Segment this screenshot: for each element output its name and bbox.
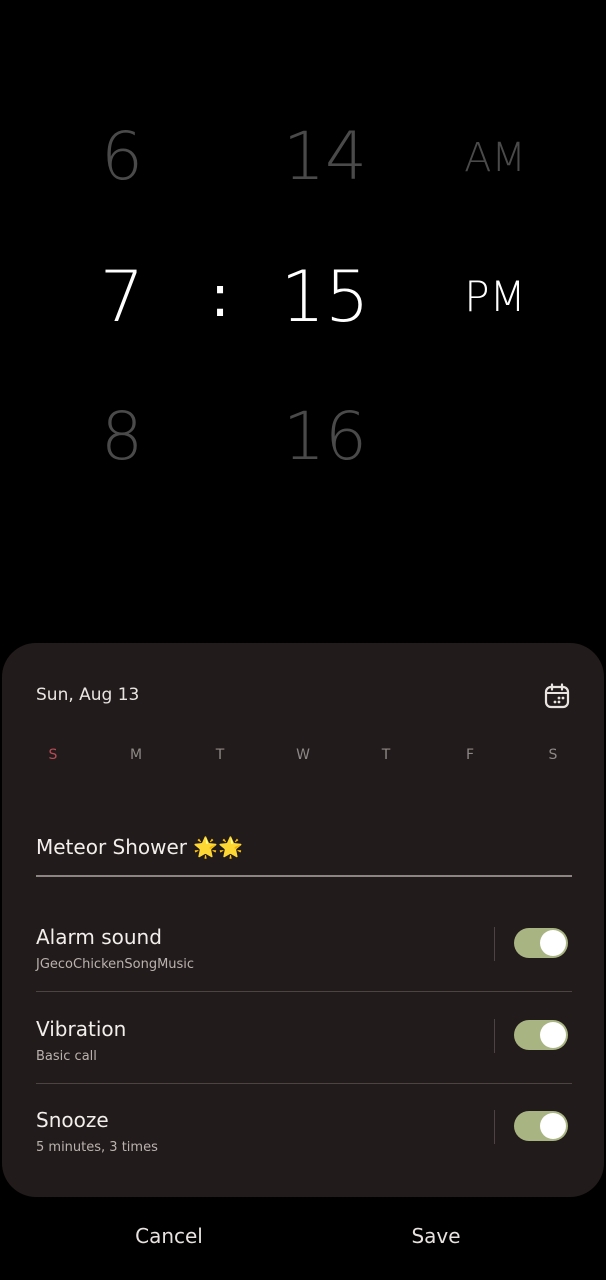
hour-next[interactable]: 8 xyxy=(62,404,182,470)
alarm-name-field xyxy=(36,827,572,877)
divider xyxy=(494,1110,495,1144)
alarm-date: Sun, Aug 13 xyxy=(36,685,140,705)
toggle-knob xyxy=(540,930,566,956)
alarm-sound-title: Alarm sound xyxy=(36,925,162,949)
ampm-selected[interactable]: PM xyxy=(430,276,560,318)
time-separator: : xyxy=(210,262,230,330)
toggle-knob xyxy=(540,1022,566,1048)
weekday-sunday[interactable]: S xyxy=(38,747,68,763)
minute-selected[interactable]: 15 xyxy=(250,262,400,332)
divider xyxy=(494,927,495,961)
weekday-wednesday[interactable]: W xyxy=(288,747,318,763)
weekday-tuesday[interactable]: T xyxy=(205,747,235,763)
alarm-name-input[interactable] xyxy=(36,835,572,859)
alarm-sound-row[interactable]: Alarm sound JGecoChickenSongMusic xyxy=(36,925,572,1015)
calendar-icon xyxy=(544,683,570,709)
alarm-sound-subtitle: JGecoChickenSongMusic xyxy=(36,957,195,972)
snooze-row[interactable]: Snooze 5 minutes, 3 times xyxy=(36,1108,572,1198)
divider xyxy=(494,1019,495,1053)
divider xyxy=(36,1083,572,1084)
hour-selected[interactable]: 7 xyxy=(62,262,182,332)
vibration-row[interactable]: Vibration Basic call xyxy=(36,1017,572,1107)
calendar-button[interactable] xyxy=(542,681,572,711)
weekday-thursday[interactable]: T xyxy=(371,747,401,763)
weekday-friday[interactable]: F xyxy=(455,747,485,763)
snooze-toggle[interactable] xyxy=(514,1111,568,1141)
vibration-toggle[interactable] xyxy=(514,1020,568,1050)
ampm-previous[interactable]: AM xyxy=(430,138,560,178)
hour-previous[interactable]: 6 xyxy=(62,124,182,190)
weekday-saturday[interactable]: S xyxy=(538,747,568,763)
snooze-subtitle: 5 minutes, 3 times xyxy=(36,1140,158,1155)
minute-previous[interactable]: 14 xyxy=(250,124,400,190)
snooze-title: Snooze xyxy=(36,1108,109,1132)
weekday-selector: S M T W T F S xyxy=(36,747,572,767)
divider xyxy=(36,991,572,992)
alarm-sound-toggle[interactable] xyxy=(514,928,568,958)
alarm-settings-card: Sun, Aug 13 S M T W T F S Alarm sound JG… xyxy=(2,643,604,1197)
save-button[interactable]: Save xyxy=(356,1224,516,1248)
minute-next[interactable]: 16 xyxy=(250,404,400,470)
toggle-knob xyxy=(540,1113,566,1139)
vibration-subtitle: Basic call xyxy=(36,1049,97,1064)
vibration-title: Vibration xyxy=(36,1017,127,1041)
time-picker[interactable]: 6 7 8 : 14 15 16 AM PM xyxy=(0,0,606,560)
cancel-button[interactable]: Cancel xyxy=(89,1224,249,1248)
weekday-monday[interactable]: M xyxy=(121,747,151,763)
